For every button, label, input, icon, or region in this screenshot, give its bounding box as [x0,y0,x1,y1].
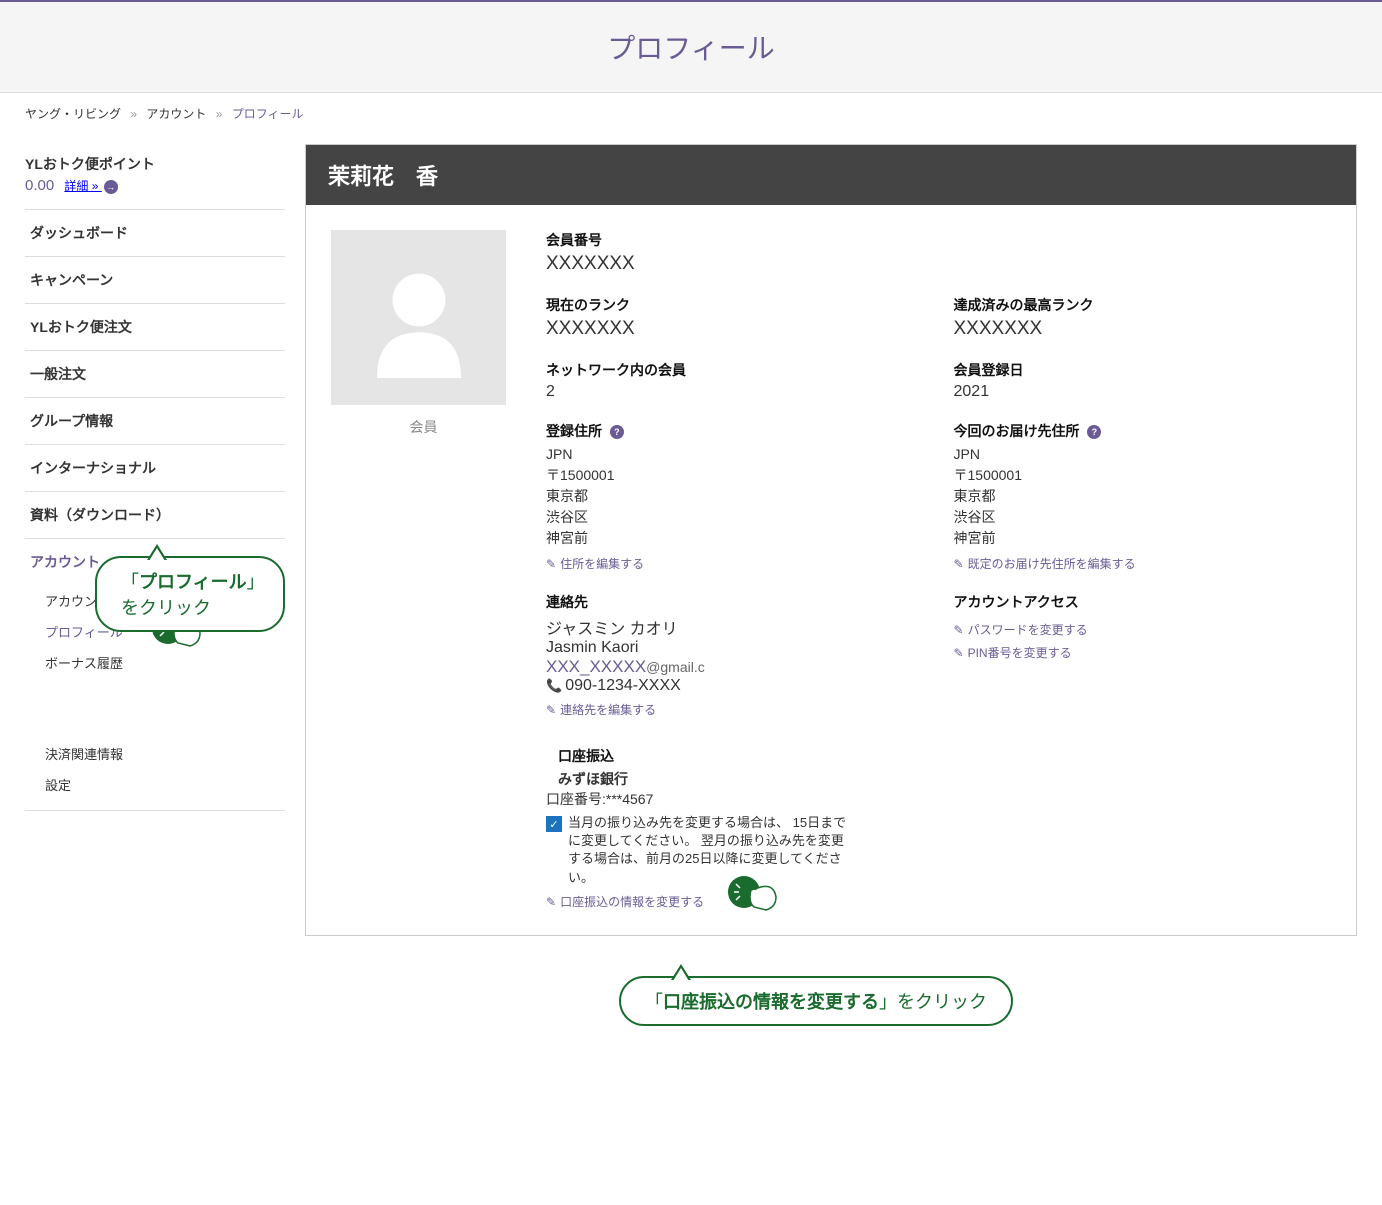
pointer-hand-icon [726,872,786,922]
page-header: プロフィール [0,2,1382,93]
avatar-placeholder [331,230,506,405]
label-shipping: 今回のお届け先住所 ? [954,421,1332,441]
contact-name-en: Jasmin Kaori [546,639,924,657]
breadcrumb: ヤング・リビング » アカウント » プロフィール [0,93,1382,134]
nav-group[interactable]: グループ情報 [25,398,285,444]
profile-name-header: 茉莉花 香 [306,145,1356,205]
arrow-right-icon: → [104,180,118,194]
sidebar: YLおトク便ポイント 0.00 詳細 » → ダッシュボード キャンペーン YL… [25,144,285,811]
change-pin-link[interactable]: PIN番号を変更する [954,644,1072,661]
points-value: 0.00 詳細 » → [25,177,285,194]
value-member-id: XXXXXXX [546,253,1331,275]
sidebar-nav: ダッシュボード キャンペーン YLおトク便注文 一般注文 グループ情報 インター… [25,209,285,811]
edit-shipping-link[interactable]: 既定のお届け先住所を編集する [954,555,1136,572]
change-password-link[interactable]: パスワードを変更する [954,621,1088,638]
bank-note: 当月の振り込み先を変更する場合は、 15日までに変更してください。 翌月の振り込… [568,814,848,887]
main-content: 茉莉花 香 会員 会員番号 XXXXXXX 現在のランク XX [305,144,1357,936]
breadcrumb-current: プロフィール [232,107,304,121]
label-highest-rank: 達成済みの最高ランク [954,295,1332,315]
label-address: 登録住所 ? [546,421,924,441]
subnav-settings[interactable]: 設定 [40,769,285,800]
label-contact: 連絡先 [546,592,924,612]
value-current-rank: XXXXXXX [546,318,924,340]
points-label: YLおトク便ポイント [25,154,285,174]
points-box: YLおトク便ポイント 0.00 詳細 » → [25,144,285,209]
value-highest-rank: XXXXXXX [954,318,1332,340]
label-current-rank: 現在のランク [546,295,924,315]
label-reg-date: 会員登録日 [954,360,1332,380]
value-reg-date: 2021 [954,383,1332,401]
edit-address-link[interactable]: 住所を編集する [546,555,644,572]
nav-downloads[interactable]: 資料（ダウンロード） [25,492,285,538]
points-detail-link[interactable]: 詳細 » → [64,179,117,193]
label-network-members: ネットワーク内の会員 [546,360,924,380]
edit-bank-link[interactable]: 口座振込の情報を変更する [546,893,704,910]
contact-email[interactable]: XXX_XXXXX [546,657,646,676]
bank-account: 口座番号:***4567 [546,789,924,810]
nav-order[interactable]: 一般注文 [25,351,285,397]
checkbox-checked-icon[interactable]: ✓ [546,816,562,832]
callout-bank: 「口座振込の情報を変更する」をクリック [619,976,1013,1026]
callout-profile: 「プロフィール」をクリック [95,556,285,632]
value-address: JPN 〒1500001 東京都 渋谷区 神宮前 [546,444,924,549]
breadcrumb-link[interactable]: ヤング・リビング [25,107,121,121]
label-bank-method: 口座振込 [546,746,924,766]
help-icon[interactable]: ? [1087,425,1101,439]
value-network-members: 2 [546,383,924,401]
nav-autoship[interactable]: YLおトク便注文 [25,304,285,350]
help-icon[interactable]: ? [610,425,624,439]
bank-name: みずほ銀行 [546,769,924,789]
avatar-icon [359,258,479,378]
nav-international[interactable]: インターナショナル [25,445,285,491]
breadcrumb-link[interactable]: アカウント [146,107,206,121]
nav-campaign[interactable]: キャンペーン [25,257,285,303]
label-access: アカウントアクセス [954,592,1332,612]
contact-name-jp: ジャスミン カオリ [546,615,924,639]
nav-dashboard[interactable]: ダッシュボード [25,210,285,256]
value-shipping: JPN 〒1500001 東京都 渋谷区 神宮前 [954,444,1332,549]
label-member-id: 会員番号 [546,230,1331,250]
subnav-payment[interactable]: 決済関連情報 [40,738,285,769]
edit-contact-link[interactable]: 連絡先を編集する [546,701,656,718]
avatar-label: 会員 [331,417,516,437]
phone-icon [546,677,565,694]
contact-phone: 090-1234-XXXX [546,677,924,695]
page-title: プロフィール [0,27,1382,67]
